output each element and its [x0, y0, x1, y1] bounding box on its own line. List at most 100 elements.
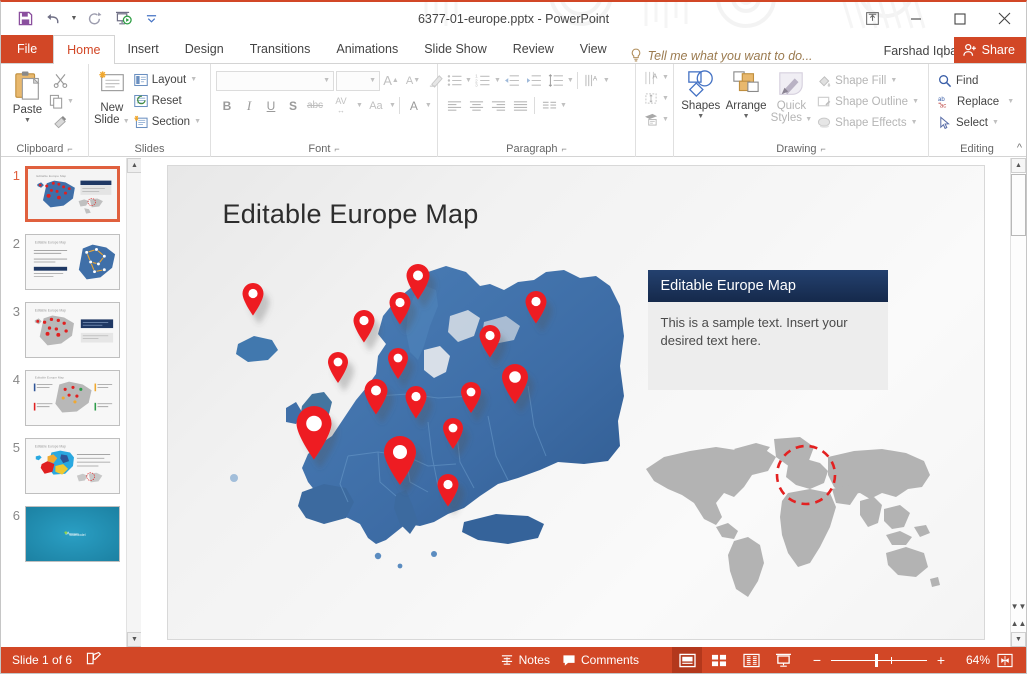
- layout-dropdown-icon[interactable]: ▼: [190, 76, 197, 83]
- decrease-font-size-button[interactable]: A▼: [402, 70, 424, 91]
- align-text-button[interactable]: A: [640, 67, 662, 88]
- character-spacing-dropdown-icon[interactable]: ▼: [356, 102, 363, 109]
- fit-to-window-button[interactable]: [992, 647, 1018, 673]
- align-text-dropdown-icon[interactable]: ▼: [662, 74, 669, 81]
- columns-dropdown-icon[interactable]: ▼: [560, 102, 567, 109]
- zoom-out-button[interactable]: −: [810, 653, 824, 667]
- tab-transitions[interactable]: Transitions: [237, 35, 324, 63]
- slide-vertical-scrollbar[interactable]: ▲ ▼▼ ▲▲ ▼: [1010, 158, 1026, 647]
- quick-styles-button[interactable]: Quick Styles ▼: [770, 67, 814, 126]
- share-button[interactable]: Share: [954, 37, 1026, 63]
- world-inset-map[interactable]: [638, 431, 948, 611]
- paste-dropdown-icon[interactable]: ▼: [24, 117, 31, 124]
- tab-design[interactable]: Design: [172, 35, 237, 63]
- tab-view[interactable]: View: [567, 35, 620, 63]
- strikethrough-button[interactable]: abc: [304, 95, 326, 116]
- slide-canvas[interactable]: Editable Europe Map: [141, 158, 1010, 647]
- reading-view-button[interactable]: [736, 647, 766, 673]
- select-button[interactable]: Select ▼: [934, 112, 1018, 133]
- marker-norway-mid[interactable]: [353, 310, 374, 343]
- shape-outline-dropdown-icon[interactable]: ▼: [912, 98, 919, 105]
- text-direction-dropdown-icon[interactable]: ▼: [603, 77, 610, 84]
- scroll-up-button[interactable]: ▲: [1011, 158, 1026, 173]
- align-left-button[interactable]: [443, 95, 465, 116]
- slide-sorter-button[interactable]: [704, 647, 734, 673]
- align-center-button[interactable]: [465, 95, 487, 116]
- notes-button[interactable]: Notes: [495, 651, 555, 669]
- minimize-button[interactable]: [894, 2, 938, 35]
- shape-effects-button[interactable]: Shape Effects ▼: [813, 112, 923, 133]
- font-family-dropdown-icon[interactable]: ▼: [323, 77, 330, 84]
- format-painter-button[interactable]: [49, 112, 71, 133]
- font-color-button[interactable]: A: [403, 95, 425, 116]
- collapse-ribbon-button[interactable]: ^: [1017, 142, 1022, 154]
- spell-check-icon[interactable]: [86, 651, 102, 669]
- font-color-dropdown-icon[interactable]: ▼: [425, 102, 432, 109]
- justify-button[interactable]: [509, 95, 531, 116]
- text-box-button[interactable]: [640, 88, 662, 109]
- restore-button[interactable]: [938, 2, 982, 35]
- find-button[interactable]: Find: [934, 70, 1018, 91]
- tab-animations[interactable]: Animations: [323, 35, 411, 63]
- paste-button[interactable]: Paste ▼: [6, 67, 49, 124]
- arrange-button[interactable]: Arrange ▼: [723, 67, 770, 120]
- tab-file[interactable]: File: [1, 35, 53, 63]
- decrease-indent-button[interactable]: [501, 70, 523, 91]
- numbering-dropdown-icon[interactable]: ▼: [494, 77, 501, 84]
- replace-button[interactable]: ab ac Replace ▼: [934, 91, 1018, 112]
- comments-button[interactable]: Comments: [557, 651, 644, 669]
- tab-insert[interactable]: Insert: [115, 35, 172, 63]
- thumbnail-slide-6[interactable]: 6 SlideModel: [1, 506, 141, 562]
- user-name[interactable]: Farshad Iqbal: [884, 44, 960, 58]
- underline-button[interactable]: U: [260, 95, 282, 116]
- align-right-button[interactable]: [487, 95, 509, 116]
- redo-button[interactable]: [82, 7, 108, 31]
- close-button[interactable]: [982, 2, 1026, 35]
- text-shadow-button[interactable]: S: [282, 95, 304, 116]
- scroll-down-button[interactable]: ▼: [1011, 632, 1026, 647]
- shape-fill-dropdown-icon[interactable]: ▼: [890, 77, 897, 84]
- tab-slide-show[interactable]: Slide Show: [411, 35, 500, 63]
- marker-denmark[interactable]: [328, 352, 348, 383]
- next-slide-button[interactable]: ▼▼: [1011, 598, 1026, 615]
- select-dropdown-icon[interactable]: ▼: [992, 119, 999, 126]
- convert-smartart-dropdown-icon[interactable]: ▼: [662, 116, 669, 123]
- zoom-slider-thumb[interactable]: [875, 654, 878, 667]
- text-card-body[interactable]: This is a sample text. Insert your desir…: [648, 302, 888, 390]
- slide-show-button[interactable]: [768, 647, 798, 673]
- character-spacing-button[interactable]: AV↔: [326, 95, 356, 116]
- thumbnail-image[interactable]: Editable Europe Map: [25, 166, 120, 222]
- paragraph-dialog-launcher[interactable]: ⌐: [562, 144, 567, 154]
- thumbnail-image[interactable]: Editable Europe Map: [25, 302, 120, 358]
- thumbnail-slide-1[interactable]: 1 Editable Europe Map: [1, 166, 141, 222]
- slide-title[interactable]: Editable Europe Map: [223, 199, 479, 230]
- bullets-dropdown-icon[interactable]: ▼: [465, 77, 472, 84]
- text-card[interactable]: Editable Europe Map This is a sample tex…: [648, 270, 888, 390]
- increase-indent-button[interactable]: [523, 70, 545, 91]
- bold-button[interactable]: B: [216, 95, 238, 116]
- convert-smartart-button[interactable]: [640, 109, 662, 130]
- font-dialog-launcher[interactable]: ⌐: [334, 144, 339, 154]
- normal-view-button[interactable]: [672, 647, 702, 673]
- zoom-level[interactable]: 64%: [956, 653, 990, 667]
- marker-iceland[interactable]: [242, 283, 263, 316]
- font-family-input[interactable]: ▼: [216, 71, 334, 91]
- thumbnail-image[interactable]: Editable Europe Map: [25, 234, 120, 290]
- tab-review[interactable]: Review: [500, 35, 567, 63]
- line-spacing-dropdown-icon[interactable]: ▼: [567, 77, 574, 84]
- text-card-heading[interactable]: Editable Europe Map: [648, 270, 888, 302]
- ribbon-display-options-button[interactable]: [850, 2, 894, 35]
- copy-button[interactable]: ▼: [49, 91, 83, 112]
- text-direction-button[interactable]: A: [581, 70, 603, 91]
- europe-map[interactable]: [228, 256, 628, 586]
- slide-indicator[interactable]: Slide 1 of 6: [12, 653, 72, 667]
- shape-effects-dropdown-icon[interactable]: ▼: [911, 119, 918, 126]
- font-size-dropdown-icon[interactable]: ▼: [369, 77, 376, 84]
- thumbnail-scrollbar[interactable]: ▲ ▼: [126, 158, 141, 647]
- thumbnail-scroll-down-button[interactable]: ▼: [127, 632, 141, 647]
- tell-me-search[interactable]: Tell me what you want to do...: [620, 48, 813, 63]
- copy-dropdown-icon[interactable]: ▼: [67, 98, 74, 105]
- section-dropdown-icon[interactable]: ▼: [194, 118, 201, 125]
- zoom-slider[interactable]: [831, 660, 927, 661]
- arrange-dropdown-icon[interactable]: ▼: [743, 113, 750, 120]
